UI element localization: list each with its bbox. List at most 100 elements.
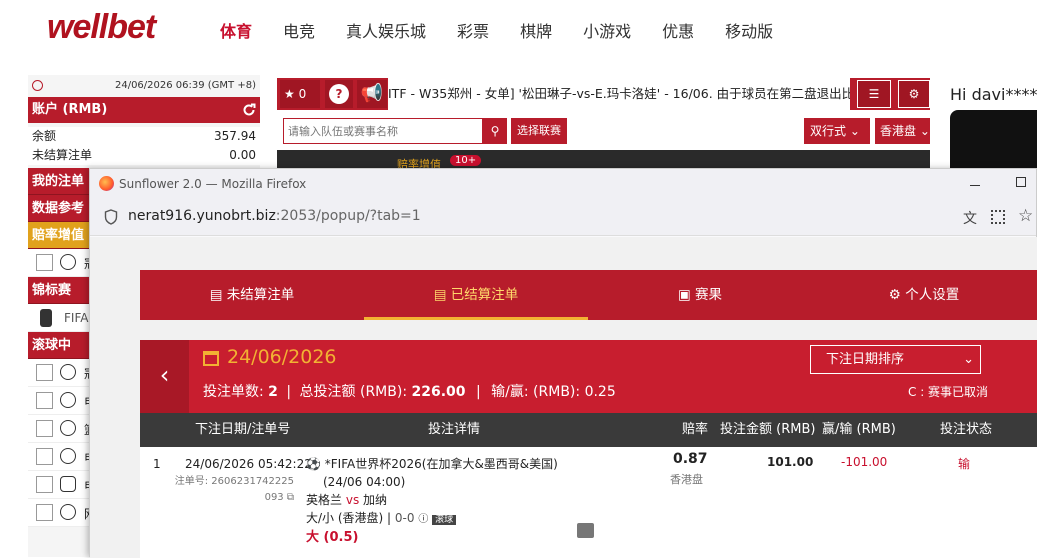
ticket-icon: ▤ [433, 287, 447, 303]
bet-number: 注单号: 2606231742225093 ⧉ [172, 474, 294, 506]
tab-unsettled[interactable]: ▤ 未结算注单 [140, 270, 364, 320]
col-bet-details: 投注详情 [428, 422, 481, 437]
market-value: 香港盘 [880, 124, 917, 138]
checkbox[interactable] [36, 476, 53, 493]
help-button[interactable]: ? [325, 80, 353, 108]
maximize-button[interactable] [1016, 177, 1026, 187]
total-stake-value: 226.00 [411, 384, 466, 400]
nav-cards[interactable]: 棋牌 [520, 18, 552, 42]
firefox-icon [99, 176, 114, 191]
basketball-icon [60, 420, 76, 436]
greeting: Hi davi**** [950, 85, 1037, 104]
date-header: ‹ 24/06/2026 投注单数: 2 | 总投注额 (RMB): 226.0… [140, 340, 1037, 413]
search-input[interactable] [283, 118, 483, 144]
gear-icon: ⚙ [888, 287, 901, 303]
bet-datetime: 24/06/2026 05:42:22 [185, 457, 312, 471]
checkbox[interactable] [36, 364, 53, 381]
tab-settings[interactable]: ⚙ 个人设置 [812, 270, 1036, 320]
bet-no-value: 2606231742225093 [211, 476, 294, 503]
col-winloss: 赢/输 (RMB) [822, 422, 896, 437]
translate-icon[interactable]: 文 [963, 208, 977, 228]
soccer-icon [60, 254, 76, 270]
refresh-icon[interactable] [242, 103, 256, 117]
scoreboard-icon: ▣ [677, 287, 691, 303]
market-name: 大/小 (香港盘) [306, 511, 384, 525]
bet-details: ⚽ *FIFA世界杯2026(在加拿大&墨西哥&美国) (24/06 04:00… [306, 455, 676, 547]
nav-mobile[interactable]: 移动版 [725, 18, 773, 42]
url-host: nerat916.yunobrt.biz [128, 208, 276, 224]
sort-select[interactable]: 下注日期排序 ⌄ [810, 345, 981, 374]
popup-content: ▤ 未结算注单 ▤ 已结算注单 ▣ 赛果 ⚙ 个人设置 ‹ 24/06/2026… [90, 237, 1037, 558]
minimize-button[interactable] [970, 176, 980, 186]
settings-icon: ⚙ [908, 87, 920, 101]
unsettled-row: 未结算注单 0.00 [28, 146, 260, 165]
tab-results[interactable]: ▣ 赛果 [588, 270, 812, 320]
odds-boost-badge: 10+ [450, 155, 482, 166]
summary-line: 投注单数: 2 | 总投注额 (RMB): 226.00 | 输/赢: (RMB… [203, 384, 616, 400]
col-stake: 投注金额 (RMB) [720, 422, 816, 437]
banner-image [950, 110, 1037, 170]
odds-display-select[interactable]: 双行式 ⌄ [804, 118, 870, 144]
bookmark-star-icon[interactable]: ☆ [1018, 206, 1033, 226]
nav-mini-games[interactable]: 小游戏 [583, 18, 631, 42]
bet-count-label: 投注单数: [203, 384, 264, 400]
checkbox[interactable] [36, 254, 53, 271]
tab-settled[interactable]: ▤ 已结算注单 [364, 270, 588, 320]
odds-value: 0.87 [673, 451, 708, 467]
qr-code-icon[interactable] [991, 210, 1005, 224]
live-tag: 滚球 [432, 515, 457, 525]
select-league-button[interactable]: 选择联赛 [511, 118, 567, 144]
market-select[interactable]: 香港盘 ⌄ [875, 118, 930, 144]
tennis-icon [60, 504, 76, 520]
favorites-button[interactable]: ★ 0 [280, 80, 320, 108]
info-icon[interactable]: ⓘ [418, 514, 428, 525]
chevron-down-icon: ⌄ [919, 124, 930, 138]
wellbet-logo[interactable]: wellbet [47, 8, 156, 47]
checkbox[interactable] [36, 392, 53, 409]
search-button[interactable]: ⚲ [483, 118, 507, 144]
announcement-button[interactable]: 📢 [357, 80, 387, 108]
url-path: :2053/popup/?tab=1 [275, 208, 421, 224]
trophy-icon [40, 309, 52, 327]
back-button[interactable]: ‹ [140, 340, 189, 413]
news-ticker: ITF - W35郑州 - 女单] '松田琳子-vs-E.玛卡洛娃' - 16/… [388, 78, 850, 110]
checkbox[interactable] [36, 420, 53, 437]
scoreboard-icon[interactable] [577, 523, 594, 538]
popup-tabs: ▤ 未结算注单 ▤ 已结算注单 ▣ 赛果 ⚙ 个人设置 [140, 270, 1037, 320]
main-menu: 体育 电竞 真人娱乐城 彩票 棋牌 小游戏 优惠 移动版 [220, 18, 804, 42]
score: 0-0 [394, 511, 415, 525]
tab-label: 已结算注单 [450, 287, 519, 303]
checkbox[interactable] [36, 504, 53, 521]
copy-icon[interactable]: ⧉ [287, 492, 294, 503]
winloss-value: -101.00 [841, 455, 888, 469]
nav-live-casino[interactable]: 真人娱乐城 [346, 18, 426, 42]
datetime: 24/06/2026 06:39 (GMT +8) [114, 80, 256, 91]
megaphone-icon: 📢 [360, 83, 384, 104]
star-icon: ★ [284, 87, 295, 101]
cancel-note: C : 赛事已取消 [908, 385, 989, 399]
account-title: 账户 (RMB) [32, 102, 108, 117]
selection: 大 (0.5) [306, 530, 359, 545]
col-bet-date: 下注日期/注单号 [195, 422, 291, 437]
nav-sports[interactable]: 体育 [220, 18, 252, 42]
settings-button[interactable]: ⚙ [898, 80, 930, 108]
chevron-down-icon: ⌄ [963, 352, 974, 367]
odds-boost-strip: 赔率增值 10+ [277, 150, 930, 171]
stake-value: 101.00 [767, 455, 814, 469]
column-header: 下注日期/注单号 投注详情 赔率 投注金额 (RMB) 赢/输 (RMB) 投注… [140, 413, 1037, 447]
checkbox[interactable] [36, 448, 53, 465]
search-icon: ⚲ [490, 124, 500, 138]
nav-promotions[interactable]: 优惠 [662, 18, 694, 42]
betslip-button[interactable]: ☰ [857, 80, 891, 108]
balance-label: 余额 [32, 129, 57, 143]
window-title: Sunflower 2.0 — Mozilla Firefox [119, 177, 307, 191]
nav-lottery[interactable]: 彩票 [457, 18, 489, 42]
sort-select-value: 下注日期排序 [826, 352, 905, 367]
chevron-left-icon: ‹ [159, 361, 170, 389]
nav-esports[interactable]: 电竞 [283, 18, 315, 42]
url-field[interactable]: nerat916.yunobrt.biz:2053/popup/?tab=1 [128, 208, 421, 224]
firefox-window: Sunflower 2.0 — Mozilla Firefox nerat916… [89, 168, 1037, 558]
shield-icon [104, 209, 118, 225]
odds-display-value: 双行式 [810, 124, 847, 138]
esports-icon [60, 392, 76, 408]
